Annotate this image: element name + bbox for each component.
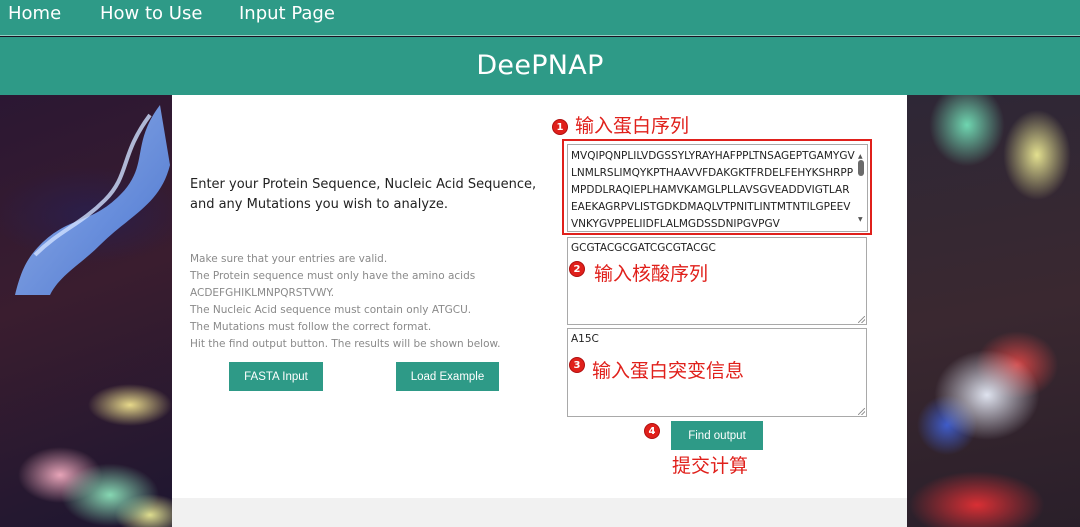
fasta-input-button[interactable]: FASTA Input [229, 362, 323, 391]
rule-line: The Protein sequence must only have the … [190, 270, 476, 282]
molecule-background-right [907, 95, 1080, 527]
footer-strip [172, 498, 907, 527]
nav-link-input-page[interactable]: Input Page [239, 3, 335, 24]
molecule-background-left [0, 95, 172, 527]
step-1-annotation: 输入蛋白序列 [575, 115, 690, 137]
rule-line: The Nucleic Acid sequence must contain o… [190, 304, 472, 316]
find-output-button[interactable]: Find output [671, 421, 763, 450]
resize-grip-icon[interactable] [858, 408, 865, 415]
scroll-down-arrow-icon[interactable]: ▼ [858, 211, 863, 228]
protein-sequence-textarea[interactable]: MVQIPQNPLILVDGSSYLYRAYHAFPPLTNSAGEPTGAMY… [567, 144, 868, 232]
nav-link-home[interactable]: Home [8, 3, 61, 24]
rule-line: ACDEFGHIKLMNPQRSTVWY. [190, 287, 335, 299]
dna-helix-image [15, 105, 170, 295]
mutations-value: A15C [571, 333, 599, 345]
step-4-badge: 4 [644, 423, 660, 439]
nucleic-sequence-value: GCGTACGCGATCGCGTACGC [571, 242, 716, 254]
load-example-button[interactable]: Load Example [396, 362, 499, 391]
rule-line: Hit the find output button. The results … [190, 338, 501, 350]
protein-sequence-value: MVQIPQNPLILVDGSSYLYRAYHAFPPLTNSAGEPTGAMY… [571, 150, 855, 230]
step-2-annotation: 输入核酸序列 [594, 263, 709, 285]
nav-link-how-to-use[interactable]: How to Use [100, 3, 202, 24]
step-3-badge: 3 [569, 357, 585, 373]
page-title: DeePNAP [476, 50, 604, 81]
protein-scrollbar[interactable]: ▲ ▼ [857, 148, 865, 228]
main-panel: Enter your Protein Sequence, Nucleic Aci… [172, 95, 907, 498]
rule-line: The Mutations must follow the correct fo… [190, 321, 432, 333]
step-4-annotation: 提交计算 [672, 455, 749, 477]
resize-grip-icon[interactable] [858, 316, 865, 323]
top-nav: Home How to Use Input Page [0, 0, 1080, 36]
rule-line: Make sure that your entries are valid. [190, 253, 388, 265]
step-2-badge: 2 [569, 261, 585, 277]
step-3-annotation: 输入蛋白突变信息 [592, 360, 745, 382]
scroll-thumb[interactable] [858, 160, 864, 176]
intro-text: Enter your Protein Sequence, Nucleic Aci… [190, 177, 537, 212]
validation-rules: Make sure that your entries are valid. T… [190, 251, 520, 353]
title-band: DeePNAP [0, 37, 1080, 95]
step-1-badge: 1 [552, 119, 568, 135]
